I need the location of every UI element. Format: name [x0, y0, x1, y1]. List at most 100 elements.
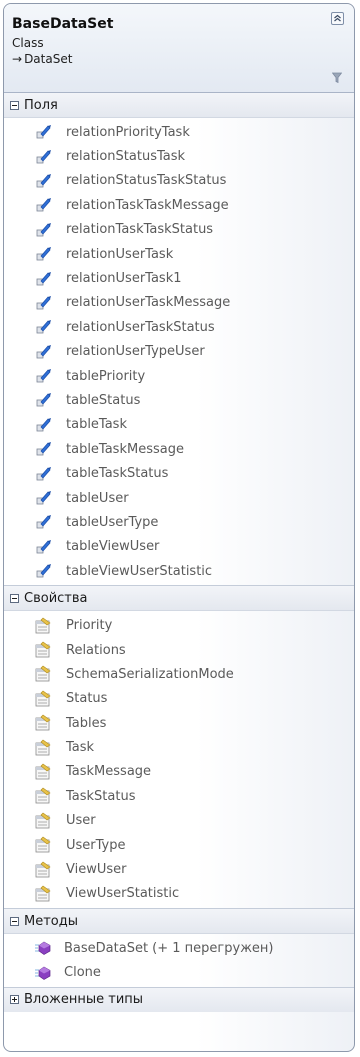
- field-icon: [34, 123, 66, 141]
- property-item[interactable]: TaskMessage: [4, 760, 354, 784]
- property-item[interactable]: Priority: [4, 613, 354, 637]
- property-item-label: TaskMessage: [66, 764, 152, 780]
- inheritance-arrow-icon: →: [12, 52, 23, 66]
- property-item-label: TaskStatus: [66, 788, 136, 804]
- section-fields-label: Поля: [24, 97, 58, 113]
- field-icon: [34, 343, 66, 361]
- field-item[interactable]: tableUser: [4, 486, 354, 510]
- field-item[interactable]: relationStatusTaskStatus: [4, 169, 354, 193]
- field-item[interactable]: relationTaskTaskMessage: [4, 193, 354, 217]
- property-item-label: Tables: [66, 715, 107, 731]
- field-icon: [34, 538, 66, 556]
- chevron-up-double-icon: [334, 14, 341, 22]
- field-item[interactable]: relationUserTaskMessage: [4, 291, 354, 315]
- field-item-label: relationUserTaskMessage: [66, 295, 231, 311]
- collapse-toggle-icon[interactable]: [10, 593, 19, 603]
- field-icon: [34, 367, 66, 385]
- field-item[interactable]: relationPriorityTask: [4, 120, 354, 144]
- property-item[interactable]: ViewUserStatistic: [4, 882, 354, 906]
- property-item[interactable]: Status: [4, 687, 354, 711]
- expand-toggle-icon[interactable]: [10, 995, 19, 1005]
- field-icon: [34, 148, 66, 166]
- field-item-label: tableTask: [66, 417, 127, 433]
- property-icon: [34, 714, 66, 732]
- field-item-label: relationUserTask1: [66, 271, 182, 287]
- field-icon: [34, 416, 66, 434]
- field-item[interactable]: relationUserTypeUser: [4, 340, 354, 364]
- field-icon: [34, 391, 66, 409]
- property-item-label: Priority: [66, 618, 113, 634]
- field-item[interactable]: tableTask: [4, 413, 354, 437]
- section-fields-header[interactable]: Поля: [4, 93, 354, 118]
- property-item[interactable]: ViewUser: [4, 857, 354, 881]
- property-item[interactable]: SchemaSerializationMode: [4, 662, 354, 686]
- property-item[interactable]: TaskStatus: [4, 784, 354, 808]
- property-item[interactable]: Task: [4, 735, 354, 759]
- property-item[interactable]: UserType: [4, 833, 354, 857]
- field-item[interactable]: tablePriority: [4, 364, 354, 388]
- field-icon: [34, 318, 66, 336]
- property-item-label: Relations: [66, 642, 126, 658]
- property-icon: [34, 690, 66, 708]
- field-item[interactable]: relationUserTask1: [4, 266, 354, 290]
- property-item[interactable]: Relations: [4, 638, 354, 662]
- field-icon: [34, 270, 66, 288]
- property-item-label: UserType: [66, 837, 126, 853]
- field-item-label: tableViewUser: [66, 539, 160, 555]
- method-icon: [34, 939, 64, 957]
- method-item-label: BaseDataSet (+ 1 перегружен): [64, 940, 274, 956]
- properties-list: Priority Relations SchemaSerializationMode…: [4, 611, 354, 908]
- field-item-label: tableTaskStatus: [66, 466, 169, 482]
- collapse-toggle-icon[interactable]: [10, 100, 19, 110]
- property-icon: [34, 861, 66, 879]
- property-icon: [34, 739, 66, 757]
- property-icon: [34, 665, 66, 683]
- field-item-label: tableUser: [66, 490, 129, 506]
- field-item-label: relationTaskTaskStatus: [66, 222, 214, 238]
- base-class: → DataSet: [12, 52, 72, 66]
- field-icon: [34, 221, 66, 239]
- method-item-label: Clone: [64, 965, 101, 981]
- method-item[interactable]: Clone: [4, 961, 354, 985]
- class-header[interactable]: BaseDataSet Class → DataSet: [4, 4, 354, 93]
- base-class-name: DataSet: [24, 52, 73, 66]
- property-icon: [34, 641, 66, 659]
- method-icon: [34, 964, 64, 982]
- property-item[interactable]: Tables: [4, 711, 354, 735]
- field-item-label: tableViewUserStatistic: [66, 563, 213, 579]
- field-item[interactable]: tableStatus: [4, 388, 354, 412]
- class-name: BaseDataSet: [12, 16, 114, 32]
- field-item[interactable]: relationUserTaskStatus: [4, 315, 354, 339]
- field-item[interactable]: tableViewUserStatistic: [4, 559, 354, 583]
- methods-list: BaseDataSet (+ 1 перегружен) Clone: [4, 934, 354, 987]
- property-item-label: Status: [66, 691, 108, 707]
- field-item[interactable]: relationUserTask: [4, 242, 354, 266]
- property-item[interactable]: User: [4, 809, 354, 833]
- collapse-shape-button[interactable]: [331, 12, 344, 25]
- filter-icon[interactable]: [332, 72, 342, 84]
- section-properties-header[interactable]: Свойства: [4, 585, 354, 612]
- section-nested-types-header[interactable]: Вложенные типы: [4, 986, 354, 1012]
- field-icon: [34, 196, 66, 214]
- field-item-label: tablePriority: [66, 368, 146, 384]
- field-item[interactable]: relationStatusTask: [4, 144, 354, 168]
- field-item-label: relationUserTaskStatus: [66, 319, 215, 335]
- field-item-label: tableStatus: [66, 392, 141, 408]
- property-icon: [34, 787, 66, 805]
- field-item[interactable]: tableTaskMessage: [4, 437, 354, 461]
- method-item[interactable]: BaseDataSet (+ 1 перегружен): [4, 936, 354, 960]
- field-icon: [34, 465, 66, 483]
- section-methods-header[interactable]: Методы: [4, 908, 354, 935]
- property-item-label: ViewUser: [66, 862, 127, 878]
- field-item[interactable]: relationTaskTaskStatus: [4, 218, 354, 242]
- field-item-label: relationStatusTask: [66, 149, 186, 165]
- field-item[interactable]: tableUserType: [4, 510, 354, 534]
- property-icon: [34, 836, 66, 854]
- property-icon: [34, 885, 66, 903]
- field-item[interactable]: tableTaskStatus: [4, 461, 354, 485]
- field-item-label: relationUserTypeUser: [66, 344, 205, 360]
- field-icon: [34, 562, 66, 580]
- collapse-toggle-icon[interactable]: [10, 916, 19, 926]
- field-item[interactable]: tableViewUser: [4, 535, 354, 559]
- class-diagram-shape[interactable]: BaseDataSet Class → DataSet Поля relation…: [3, 3, 355, 1052]
